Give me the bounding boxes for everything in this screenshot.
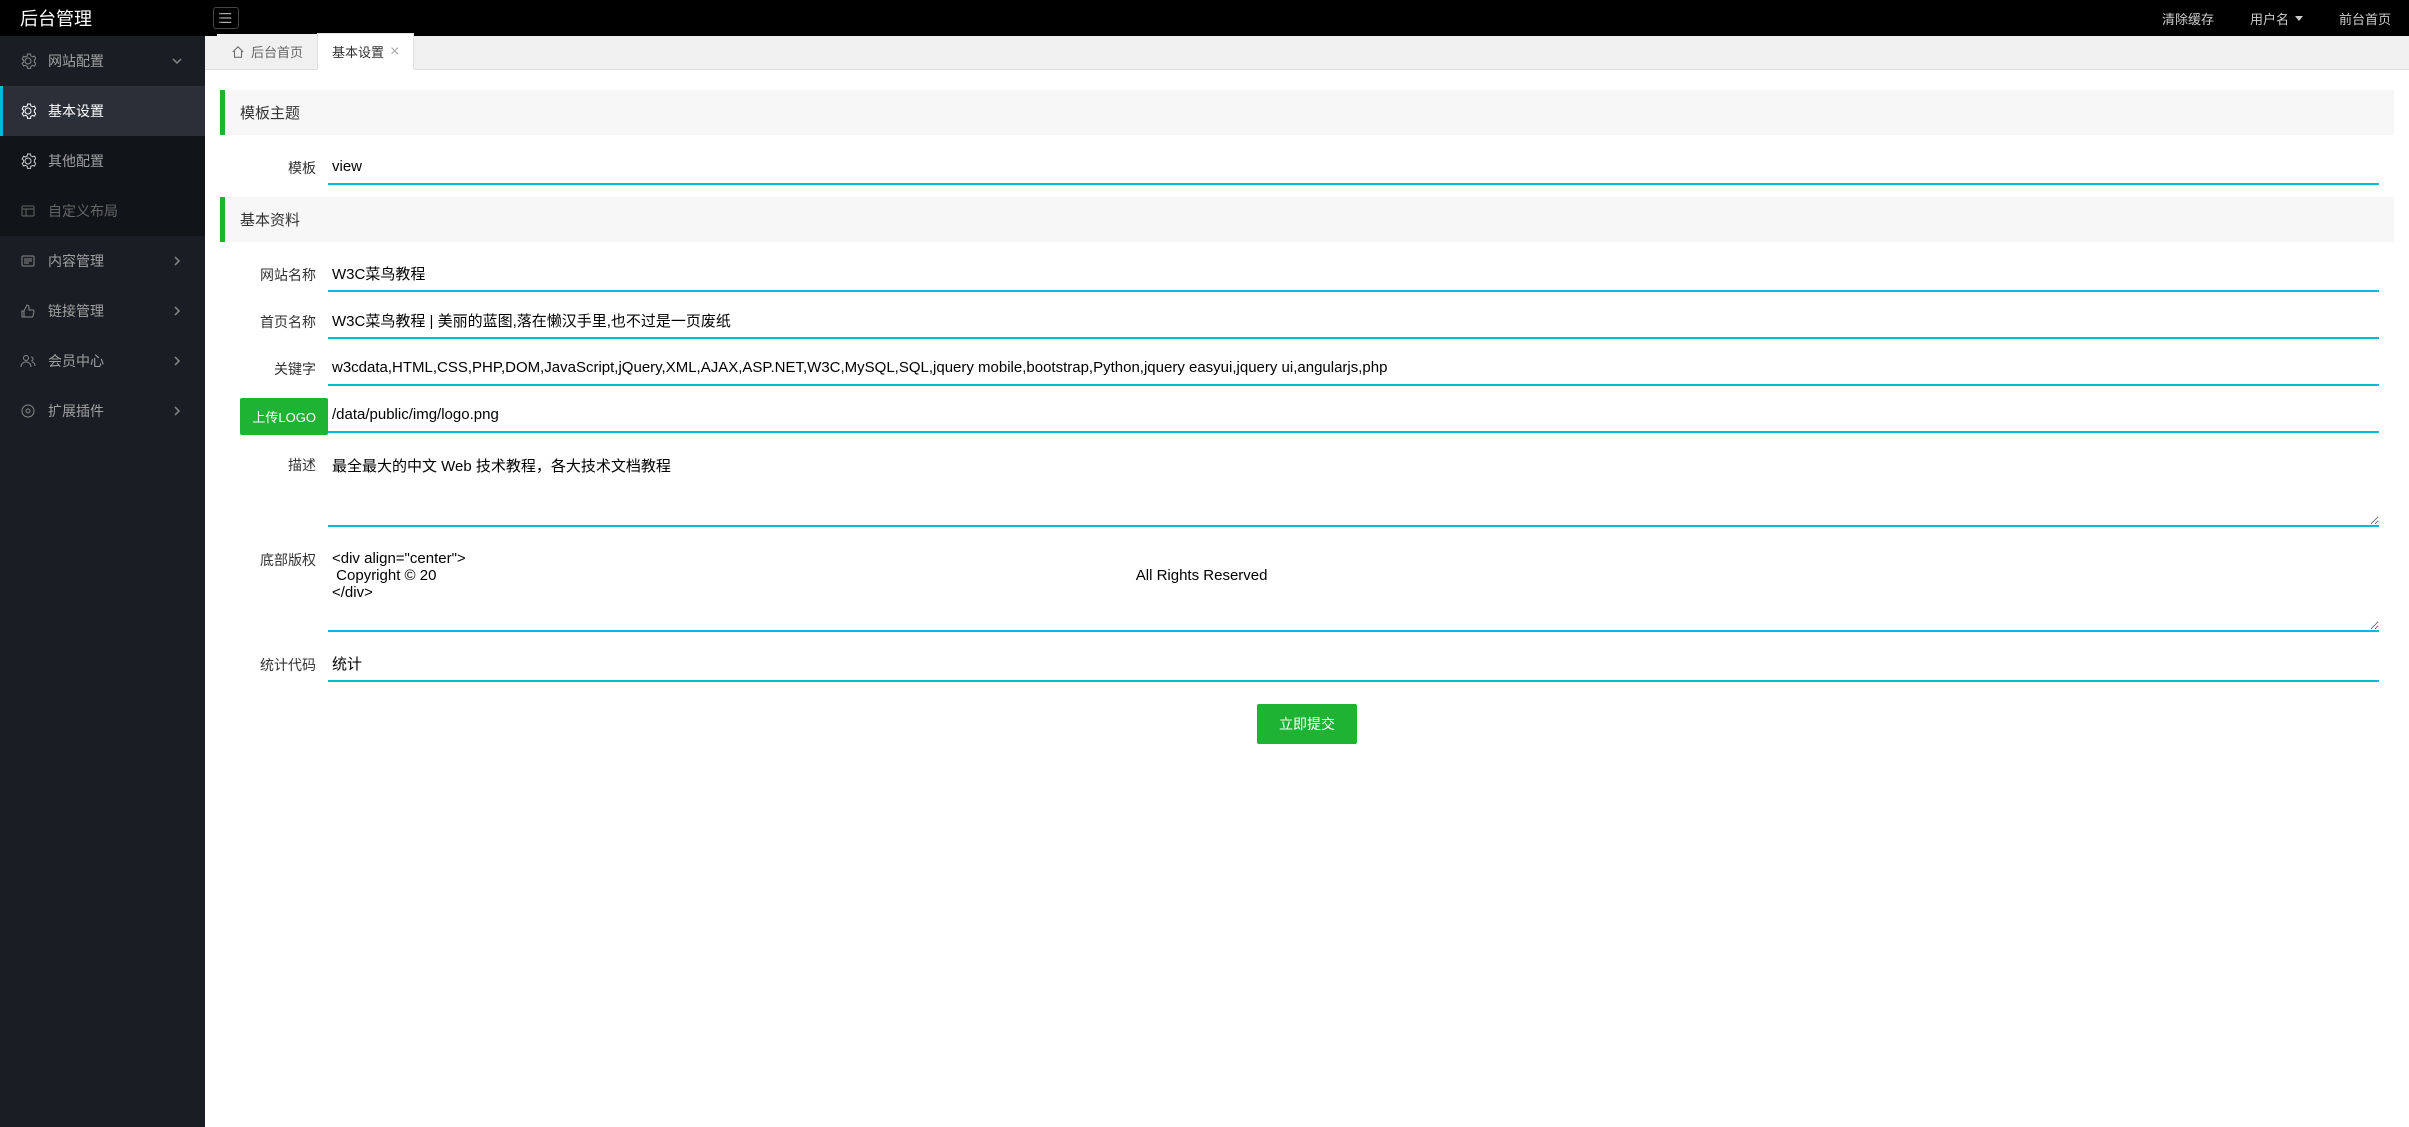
input-keywords[interactable]: [328, 351, 2379, 386]
gear-icon: [20, 153, 36, 169]
label-home-name: 首页名称: [220, 304, 328, 332]
tab-basic-settings[interactable]: 基本设置 ×: [317, 33, 414, 70]
clear-cache-link[interactable]: 清除缓存: [2144, 9, 2232, 28]
sidebar-label: 会员中心: [48, 351, 104, 371]
form-row-keywords: 关键字: [220, 351, 2394, 386]
input-site-name[interactable]: [328, 257, 2379, 292]
form-row-footer: 底部版权: [220, 542, 2394, 635]
tabs-bar: 后台首页 基本设置 ×: [205, 36, 2409, 70]
plugin-icon: [20, 403, 36, 419]
tab-home[interactable]: 后台首页: [217, 34, 317, 69]
thumbs-up-icon: [20, 303, 36, 319]
submit-row: 立即提交: [220, 694, 2394, 754]
gear-icon: [20, 53, 36, 69]
sidebar-label: 内容管理: [48, 251, 104, 271]
sidebar-item-site-config[interactable]: 网站配置: [0, 36, 205, 86]
sidebar-item-plugins[interactable]: 扩展插件: [0, 386, 205, 436]
sidebar-label: 链接管理: [48, 301, 104, 321]
label-footer: 底部版权: [220, 542, 328, 570]
form-row-logo: 上传LOGO: [220, 398, 2394, 435]
section-template-theme: 模板主题: [220, 90, 2394, 135]
home-icon: [231, 45, 245, 59]
form-row-template: 模板: [220, 150, 2394, 185]
username-dropdown[interactable]: 用户名: [2232, 9, 2321, 28]
sidebar-item-other-config[interactable]: 其他配置: [0, 136, 205, 186]
sidebar-submenu: 基本设置 其他配置 自定义布局: [0, 86, 205, 236]
sidebar-item-basic-settings[interactable]: 基本设置: [0, 86, 205, 136]
brand-title: 后台管理: [0, 5, 205, 31]
chevron-right-icon: [169, 403, 185, 419]
layout-icon: [20, 203, 36, 219]
form-content: 模板主题 模板 基本资料 网站名称 首页名称 关键字 上传LOGO: [205, 70, 2409, 1127]
upload-logo-button[interactable]: 上传LOGO: [240, 398, 328, 435]
content-icon: [20, 253, 36, 269]
form-row-description: 描述: [220, 447, 2394, 530]
label-site-name: 网站名称: [220, 257, 328, 285]
sidebar-label: 自定义布局: [48, 201, 118, 221]
form-row-home-name: 首页名称: [220, 304, 2394, 339]
textarea-description[interactable]: [328, 447, 2379, 527]
submit-button[interactable]: 立即提交: [1257, 704, 1357, 744]
tab-label: 基本设置: [332, 42, 384, 61]
input-template[interactable]: [328, 150, 2379, 185]
chevron-right-icon: [169, 353, 185, 369]
sidebar-item-link-manage[interactable]: 链接管理: [0, 286, 205, 336]
sidebar-item-content-manage[interactable]: 内容管理: [0, 236, 205, 286]
textarea-footer[interactable]: [328, 542, 2379, 632]
tab-label: 后台首页: [251, 42, 303, 61]
menu-toggle-button[interactable]: [213, 7, 239, 29]
users-icon: [20, 353, 36, 369]
chevron-right-icon: [169, 303, 185, 319]
input-logo-path[interactable]: [328, 398, 2379, 433]
sidebar-label: 扩展插件: [48, 401, 104, 421]
sidebar-label: 其他配置: [48, 151, 104, 171]
sidebar-item-custom-layout[interactable]: 自定义布局: [0, 186, 205, 236]
topbar: 后台管理 清除缓存 用户名 前台首页: [0, 0, 2409, 36]
sidebar: 网站配置 基本设置 其他配置 自定义布局 内容管理 链接管理: [0, 36, 205, 1127]
label-keywords: 关键字: [220, 351, 328, 379]
form-row-stats: 统计代码: [220, 647, 2394, 682]
chevron-down-icon: [169, 53, 185, 69]
main-content: 后台首页 基本设置 × 模板主题 模板 基本资料 网站名称 首页名称: [205, 36, 2409, 1127]
label-template: 模板: [220, 150, 328, 178]
tab-close-icon[interactable]: ×: [390, 44, 399, 60]
frontend-link[interactable]: 前台首页: [2321, 9, 2409, 28]
caret-down-icon: [2295, 16, 2303, 21]
input-home-name[interactable]: [328, 304, 2379, 339]
menu-icon: [219, 11, 233, 25]
sidebar-item-member-center[interactable]: 会员中心: [0, 336, 205, 386]
chevron-right-icon: [169, 253, 185, 269]
form-row-site-name: 网站名称: [220, 257, 2394, 292]
gear-icon: [20, 103, 36, 119]
sidebar-label: 网站配置: [48, 51, 104, 71]
label-stats: 统计代码: [220, 647, 328, 675]
section-basic-info: 基本资料: [220, 197, 2394, 242]
input-stats[interactable]: [328, 647, 2379, 682]
sidebar-label: 基本设置: [48, 101, 104, 121]
label-description: 描述: [220, 447, 328, 475]
